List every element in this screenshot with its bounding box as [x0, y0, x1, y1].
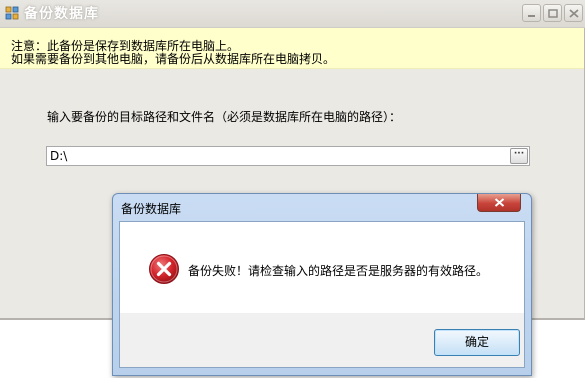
- dialog-message: 备份失败！请检查输入的路径是否是服务器的有效路径。: [188, 264, 489, 278]
- ok-button[interactable]: 确定: [434, 329, 520, 356]
- minimize-icon: [528, 15, 535, 17]
- path-prompt-label: 输入要备份的目标路径和文件名（必须是数据库所在电脑的路径）：: [47, 110, 402, 124]
- backup-path-input[interactable]: [46, 146, 530, 166]
- error-dialog: 备份数据库 备份失败！请检查输入的路径是否是服务器的有效路径。 确定: [112, 193, 532, 376]
- main-window-title: 备份数据库: [24, 6, 99, 22]
- dialog-close-button[interactable]: [477, 194, 521, 212]
- app-icon: [5, 6, 19, 20]
- error-icon: [149, 254, 179, 284]
- dialog-body: 备份失败！请检查输入的路径是否是服务器的有效路径。 确定: [119, 221, 525, 368]
- minimize-button[interactable]: [522, 4, 541, 22]
- main-title-bar[interactable]: 备份数据库: [0, 0, 585, 28]
- close-button[interactable]: [564, 4, 583, 22]
- dialog-title: 备份数据库: [121, 202, 182, 216]
- browse-button[interactable]: ···: [510, 148, 528, 164]
- maximize-icon: [548, 9, 558, 18]
- dialog-message-area: 备份失败！请检查输入的路径是否是服务器的有效路径。: [120, 222, 524, 313]
- maximize-button[interactable]: [543, 4, 562, 22]
- close-icon: [569, 9, 579, 18]
- close-icon: [494, 198, 505, 207]
- notice-panel: 注意：此备份是保存到数据库所在电脑上。 如果需要备份到其他电脑，请备份后从数据库…: [0, 28, 584, 69]
- notice-line-2: 如果需要备份到其他电脑，请备份后从数据库所在电脑拷贝。: [11, 52, 336, 66]
